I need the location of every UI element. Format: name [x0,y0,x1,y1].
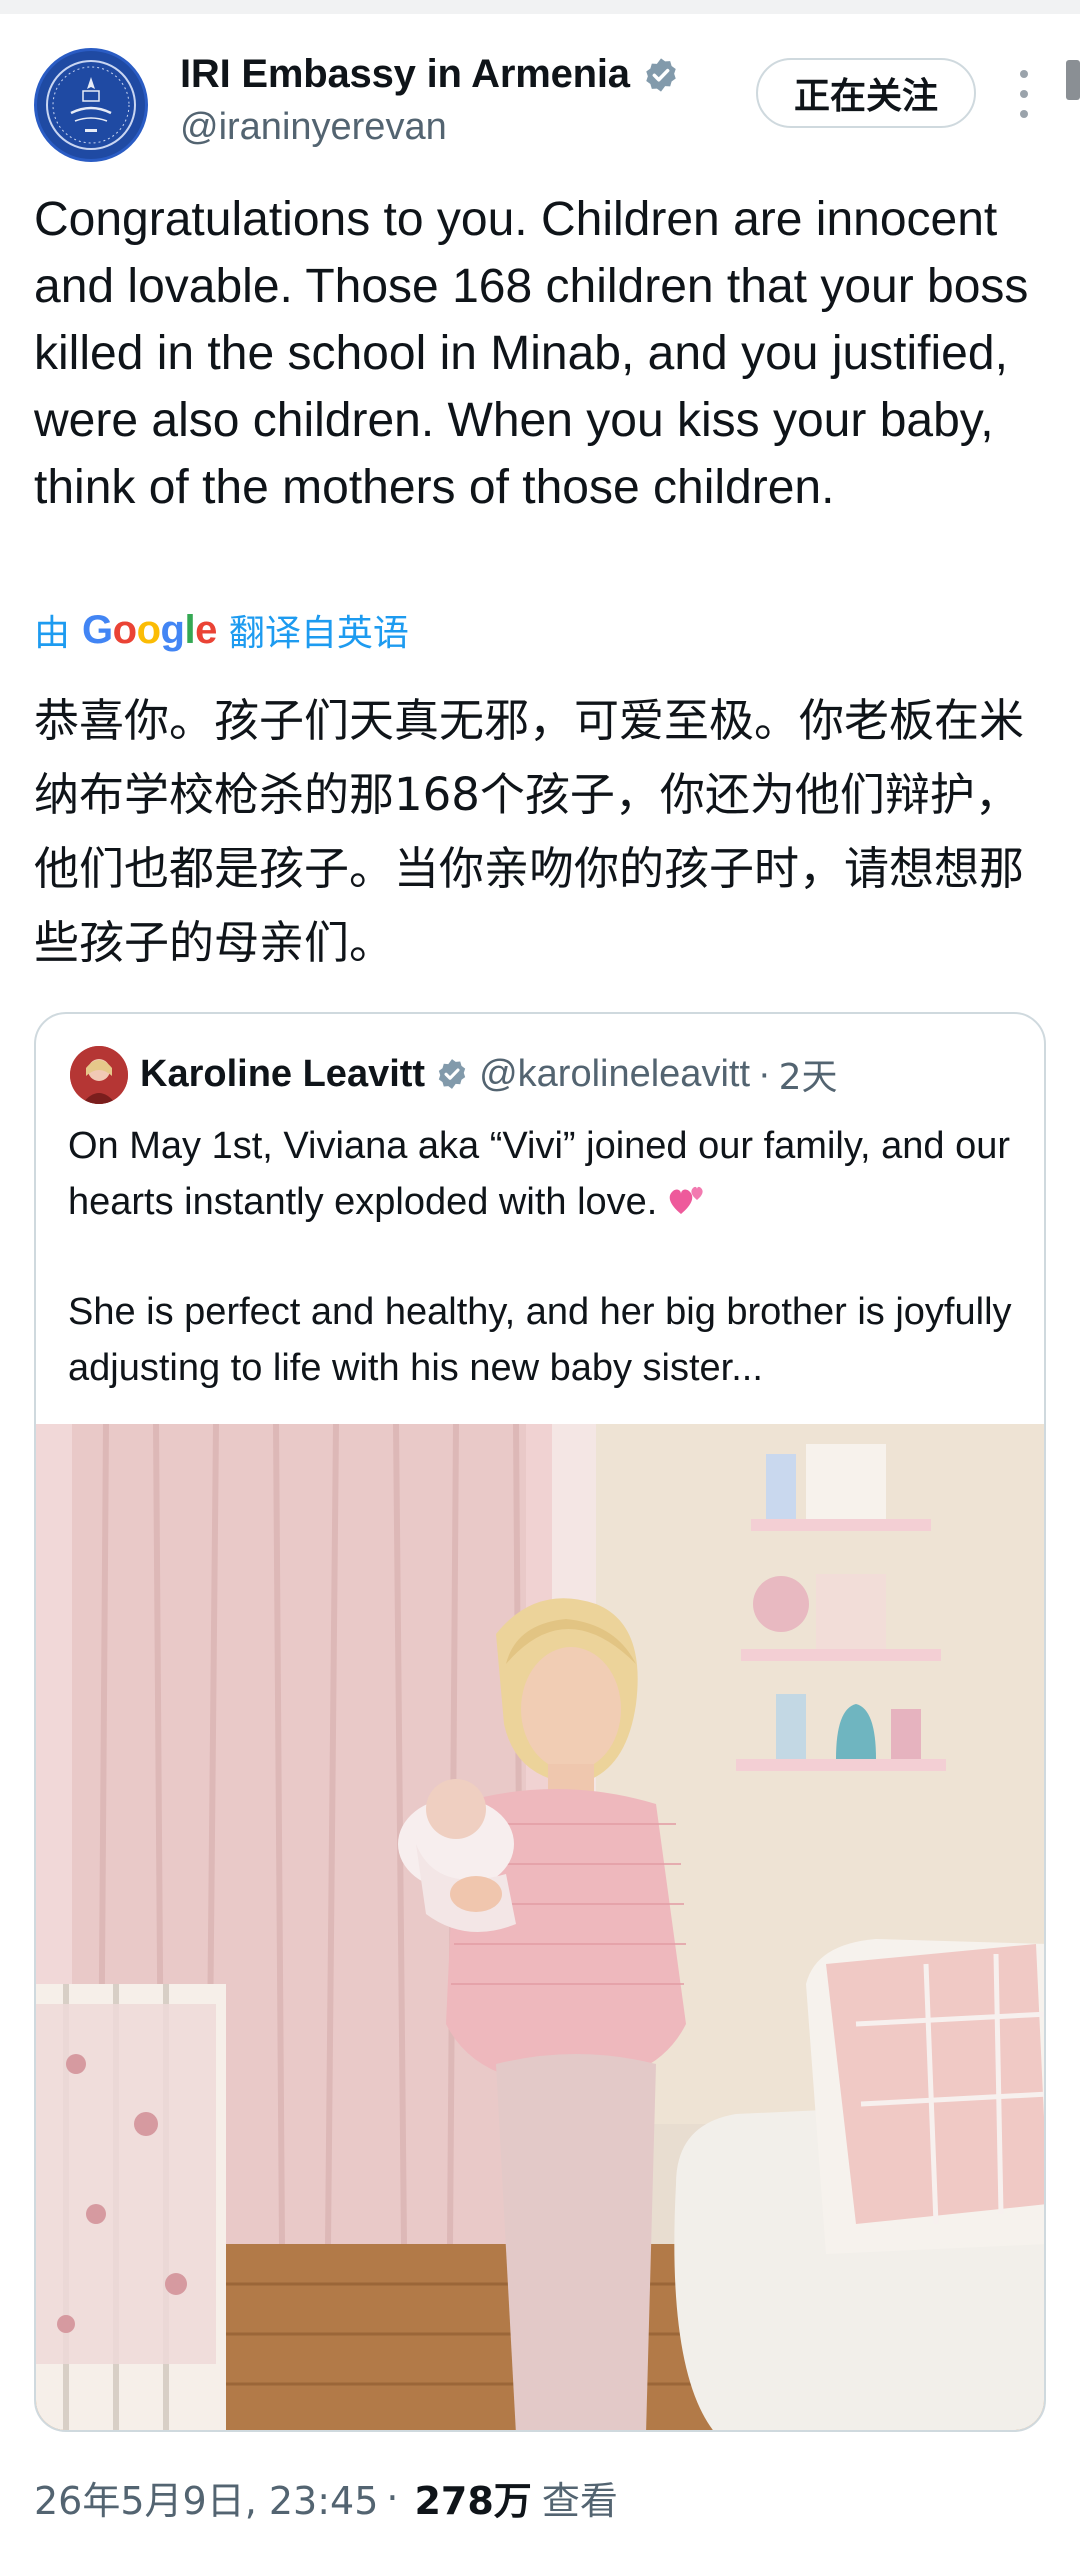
google-logo: Google [82,608,217,653]
following-button[interactable]: 正在关注 [756,58,976,128]
translated-text: 恭喜你。孩子们天真无邪，可爱至极。你老板在米纳布学校枪杀的那168个孩子，你还为… [34,694,1025,969]
author-name-row[interactable]: IRI Embassy in Armenia [180,52,680,97]
tweet-timestamp[interactable]: 26年5月9日, 23:45 [34,2470,378,2525]
author-avatar[interactable] [34,48,148,162]
quoted-time: 2天 [778,1057,838,1098]
quoted-paragraph-1: On May 1st, Viviana aka “Vivi” joined ou… [68,1118,1028,1230]
verified-badge-icon [646,57,676,92]
quoted-text: On May 1st, Viviana aka “Vivi” joined ou… [68,1118,1028,1450]
views-label: 查看 [541,2479,618,2523]
scrollbar-thumb[interactable] [1066,60,1080,100]
quoted-author-avatar [70,1046,128,1104]
quoted-photo[interactable] [36,1424,1044,2430]
view-count: 278万 [414,2479,532,2523]
quoted-paragraph-2: She is perfect and healthy, and her big … [68,1291,1012,1389]
translate-prefix: 由 [34,613,71,654]
quoted-header: Karoline Leavitt @karolineleavitt · 2天 [140,1048,838,1100]
google-logo-letter-o1: o [112,607,137,652]
quoted-paragraph-1-text: On May 1st, Viviana aka “Vivi” joined ou… [68,1125,1011,1223]
author-name[interactable]: IRI Embassy in Armenia [180,52,630,97]
nursery-photo-illustration [36,1424,1044,2430]
author-handle[interactable]: @iraninyerevan [180,106,447,149]
top-divider [0,0,1080,14]
tweet-text: Congratulations to you. Children are inn… [34,193,1029,514]
two-hearts-icon [670,1186,703,1214]
meta-separator: · [386,2475,399,2520]
google-logo-letter-o2: o [136,607,161,652]
google-logo-letter-e: e [195,607,217,652]
more-options-icon[interactable] [1014,70,1034,118]
quoted-author-handle: @karolineleavitt [479,1052,750,1095]
tweet-meta: 26年5月9日, 23:45 · 278万 查看 [34,2470,618,2525]
quoted-separator: · [758,1052,771,1095]
translation-attribution[interactable]: 由 Google 翻译自英语 [34,604,409,656]
google-logo-letter-g2: g [160,607,185,652]
google-logo-letter-l: l [184,607,196,652]
quoted-verified-badge-icon [438,1059,466,1089]
google-logo-letter-g: G [82,607,113,652]
translate-suffix: 翻译自英语 [228,613,409,654]
quoted-author-name: Karoline Leavitt [140,1052,426,1095]
quoted-tweet-card[interactable]: Karoline Leavitt @karolineleavitt · 2天 O… [34,1012,1046,2432]
embassy-seal-icon [46,60,136,150]
